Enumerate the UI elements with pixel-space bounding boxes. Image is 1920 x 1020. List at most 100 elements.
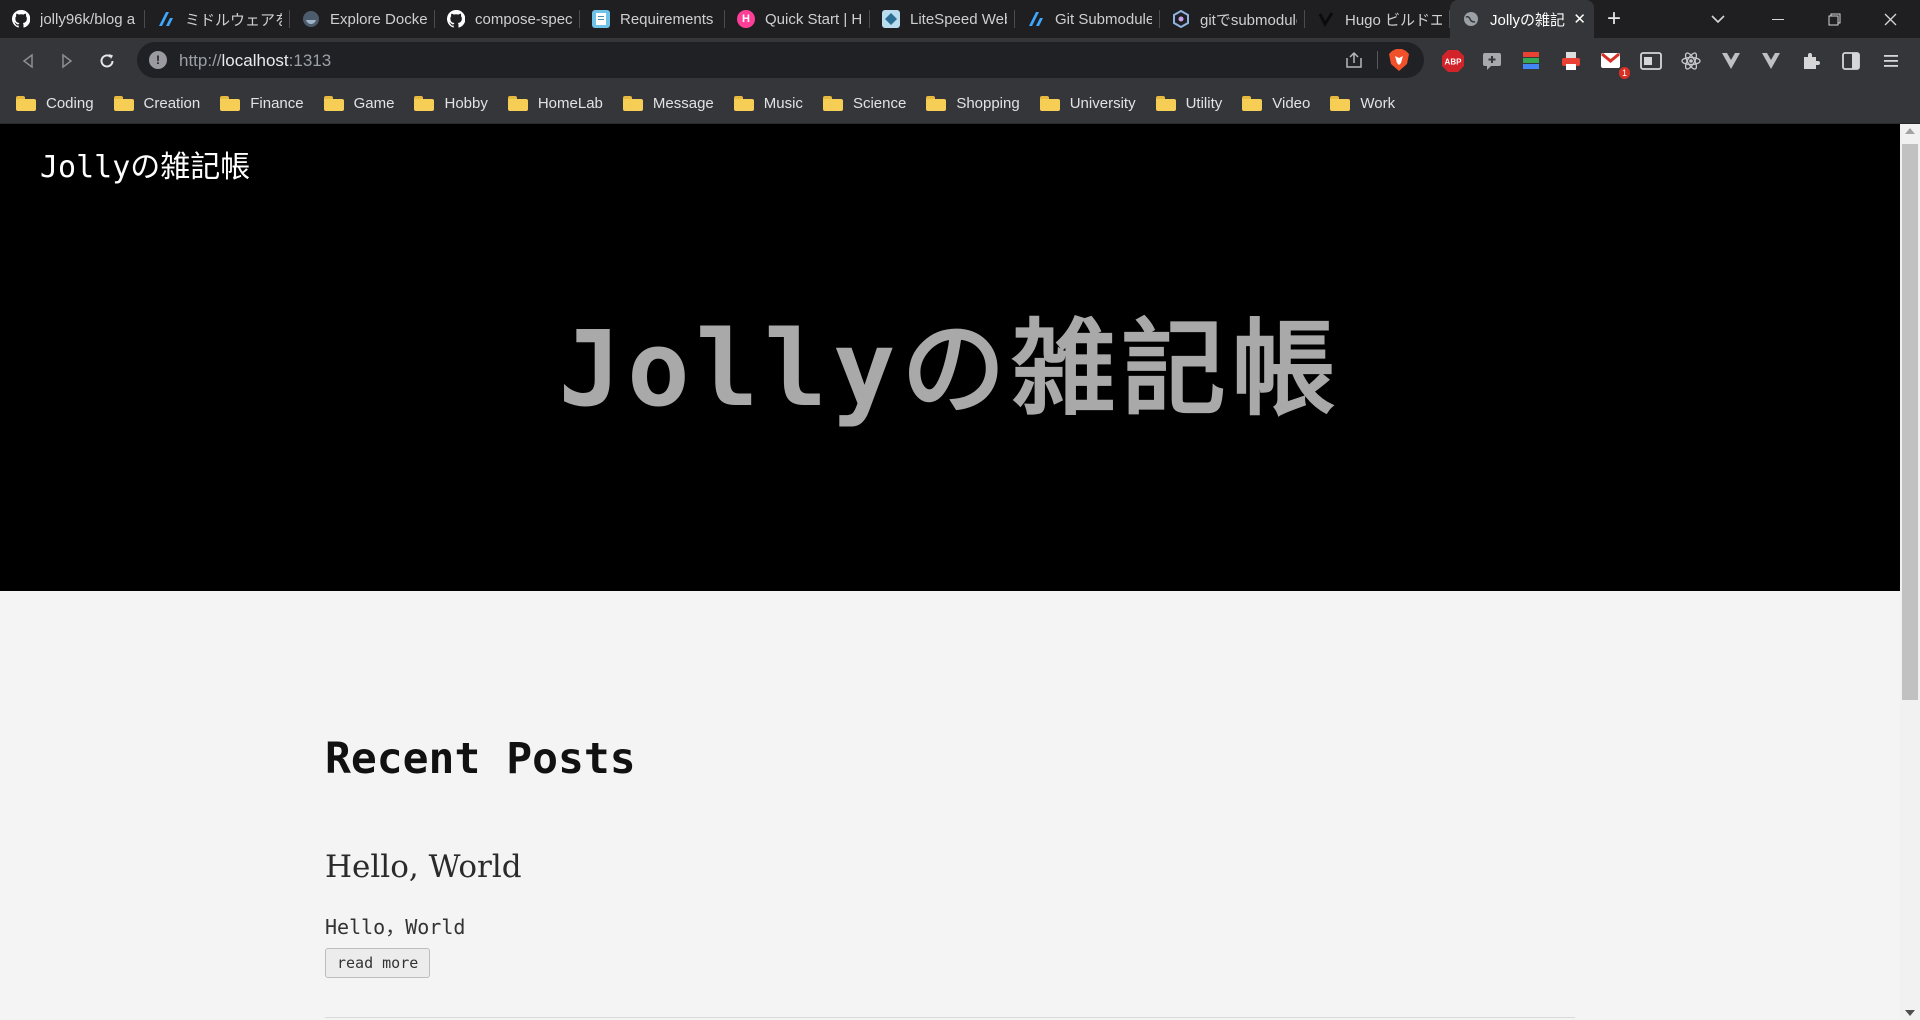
bookmark-label: Video bbox=[1272, 95, 1311, 112]
hero-banner: Jollyの雑記帳 Jollyの雑記帳 bbox=[0, 124, 1900, 591]
scroll-thumb[interactable] bbox=[1902, 144, 1918, 700]
github-icon bbox=[447, 10, 465, 28]
read-more-button[interactable]: read more bbox=[325, 948, 431, 978]
bookmarks-bar: Coding Creation Finance Game Hobby HomeL… bbox=[0, 84, 1920, 124]
bookmark-folder[interactable]: Game bbox=[323, 95, 395, 112]
tab[interactable]: Hugo ビルドエラ bbox=[1305, 0, 1450, 38]
bookmark-label: Music bbox=[763, 95, 803, 112]
extensions-puzzle-icon[interactable] bbox=[1798, 48, 1824, 74]
menu-icon[interactable] bbox=[1878, 48, 1904, 74]
bookmark-label: Utility bbox=[1185, 95, 1223, 112]
close-window-icon[interactable] bbox=[1862, 0, 1918, 38]
bookmark-folder[interactable]: Video bbox=[1242, 95, 1310, 112]
adblock-plus-icon[interactable]: ABP bbox=[1440, 48, 1466, 74]
tab[interactable]: LiteSpeed Web bbox=[870, 0, 1015, 38]
restore-icon[interactable] bbox=[1806, 0, 1862, 38]
tab-title: compose-spec bbox=[475, 10, 572, 28]
bookmark-folder[interactable]: Music bbox=[733, 95, 803, 112]
bookmark-folder[interactable]: Message bbox=[622, 95, 714, 112]
close-tab-icon[interactable]: ✕ bbox=[1573, 10, 1586, 28]
folder-icon bbox=[323, 96, 344, 111]
url-port: :1313 bbox=[288, 51, 332, 70]
folder-icon bbox=[113, 96, 134, 111]
web-page: Jollyの雑記帳 Jollyの雑記帳 Recent Posts Hello, … bbox=[0, 124, 1900, 1020]
folder-icon bbox=[1330, 96, 1351, 111]
tab-title: Hugo ビルドエラ bbox=[1345, 11, 1442, 29]
tab[interactable]: jolly96k/blog a bbox=[0, 0, 145, 38]
bookmark-label: Work bbox=[1360, 95, 1396, 112]
bookmark-folder[interactable]: Shopping bbox=[926, 95, 1020, 112]
post-summary: Hello，World bbox=[325, 915, 466, 939]
tab-title: jolly96k/blog a bbox=[40, 10, 136, 28]
tab[interactable]: Explore Docker bbox=[290, 0, 435, 38]
brave-shields-icon[interactable] bbox=[1388, 48, 1410, 72]
tab-title: Explore Docker bbox=[330, 10, 427, 28]
doc-icon bbox=[592, 10, 610, 28]
post-title-link[interactable]: Hello, World bbox=[325, 849, 522, 885]
tab-title: ミドルウェアを使う bbox=[185, 11, 282, 29]
zenn-icon bbox=[1027, 10, 1045, 28]
address-bar[interactable]: ! http://localhost:1313 bbox=[137, 42, 1424, 78]
bookmark-folder[interactable]: Hobby bbox=[414, 95, 488, 112]
tab[interactable]: ミドルウェアを使う bbox=[145, 0, 290, 38]
tab[interactable]: Requirements bbox=[580, 0, 725, 38]
hero-title: Jollyの雑記帳 bbox=[558, 308, 1342, 430]
sidebar-icon[interactable] bbox=[1838, 48, 1864, 74]
vue-devtools-icon-2[interactable] bbox=[1758, 48, 1784, 74]
bookmark-label: Game bbox=[353, 95, 395, 112]
tab-title: Quick Start | H bbox=[765, 10, 862, 28]
printer-icon[interactable] bbox=[1558, 48, 1584, 74]
tab[interactable]: gitでsubmodule bbox=[1160, 0, 1305, 38]
scroll-up-arrow-icon[interactable] bbox=[1905, 128, 1915, 134]
folder-icon bbox=[507, 96, 528, 111]
site-title-link[interactable]: Jollyの雑記帳 bbox=[40, 142, 250, 186]
folder-icon bbox=[1039, 96, 1060, 111]
react-devtools-icon[interactable] bbox=[1678, 48, 1704, 74]
folder-icon bbox=[926, 96, 947, 111]
abp-label: ABP bbox=[1445, 58, 1463, 67]
bookmark-folder[interactable]: Utility bbox=[1155, 95, 1223, 112]
bookmark-label: Coding bbox=[46, 95, 94, 112]
post-divider bbox=[325, 1017, 1575, 1018]
folder-icon bbox=[220, 96, 241, 111]
bookmark-folder[interactable]: Creation bbox=[113, 95, 200, 112]
bookmark-folder[interactable]: Science bbox=[822, 95, 907, 112]
vue-devtools-icon[interactable] bbox=[1718, 48, 1744, 74]
tab-search-chevron-icon[interactable] bbox=[1690, 0, 1746, 38]
tab[interactable]: H Quick Start | H bbox=[725, 0, 870, 38]
section-title: Recent Posts bbox=[325, 734, 636, 784]
zenn-icon bbox=[157, 10, 175, 28]
window-extension-icon[interactable] bbox=[1638, 48, 1664, 74]
back-icon[interactable] bbox=[13, 46, 43, 76]
bookmark-label: Hobby bbox=[444, 95, 488, 112]
bookmark-label: Science bbox=[852, 95, 907, 112]
bookmark-folder[interactable]: Coding bbox=[16, 95, 94, 112]
tab[interactable]: compose-spec bbox=[435, 0, 580, 38]
share-icon[interactable] bbox=[1344, 50, 1364, 70]
url-text[interactable]: http://localhost:1313 bbox=[179, 51, 331, 71]
bookmark-folder[interactable]: University bbox=[1039, 95, 1136, 112]
gmail-badge: 1 bbox=[1618, 67, 1630, 79]
scroll-down-arrow-icon[interactable] bbox=[1905, 1010, 1915, 1016]
tab-title: Jollyの雑記 bbox=[1490, 11, 1566, 29]
bookmark-folder[interactable]: HomeLab bbox=[507, 95, 603, 112]
bookmark-label: Shopping bbox=[956, 95, 1020, 112]
forward-icon[interactable] bbox=[52, 46, 82, 76]
docker-icon bbox=[302, 10, 320, 28]
bookmark-label: Message bbox=[652, 95, 714, 112]
comment-extension-icon[interactable] bbox=[1479, 48, 1505, 74]
folder-icon bbox=[16, 96, 36, 111]
hugo-icon: H bbox=[737, 10, 755, 28]
bookmark-folder[interactable]: Work bbox=[1330, 95, 1395, 112]
gmail-icon[interactable]: 1 bbox=[1598, 48, 1630, 79]
new-tab-button[interactable]: + bbox=[1594, 0, 1634, 38]
tab[interactable]: Git Submodule bbox=[1015, 0, 1160, 38]
color-extension-icon[interactable] bbox=[1518, 48, 1544, 74]
minimize-icon[interactable] bbox=[1750, 0, 1806, 38]
bookmark-folder[interactable]: Finance bbox=[220, 95, 304, 112]
tab-title: Git Submodule bbox=[1055, 10, 1152, 28]
page-scrollbar[interactable] bbox=[1900, 124, 1920, 1020]
reload-icon[interactable] bbox=[92, 46, 122, 76]
tab-active[interactable]: Jollyの雑記 ✕ bbox=[1450, 0, 1594, 38]
info-icon[interactable]: ! bbox=[149, 51, 167, 69]
